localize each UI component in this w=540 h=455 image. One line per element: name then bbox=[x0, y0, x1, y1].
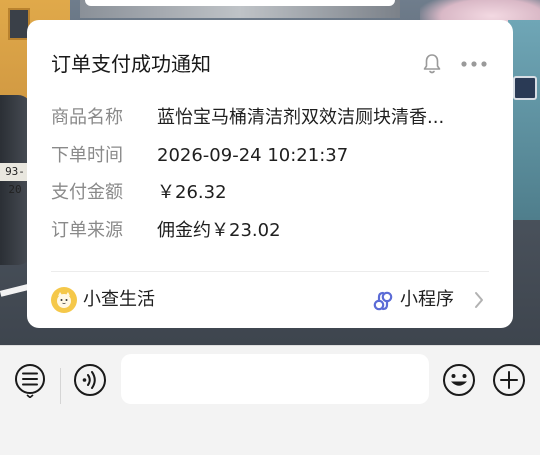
toolbar-separator bbox=[60, 368, 61, 404]
message-input[interactable] bbox=[121, 354, 429, 404]
card-title: 订单支付成功通知 bbox=[51, 52, 211, 76]
card-divider bbox=[51, 271, 489, 272]
emoji-icon[interactable] bbox=[441, 362, 477, 398]
miniprogram-avatar[interactable] bbox=[51, 287, 77, 313]
cat-logo-icon bbox=[57, 292, 71, 308]
chat-screen: 93-20 订单支付成功通知 商品名称 蓝怡宝马桶清洁剂双效洁厕块清香... 下… bbox=[0, 0, 540, 455]
row-label: 订单来源 bbox=[51, 220, 123, 241]
row-value: 佣金约￥23.02 bbox=[157, 220, 281, 241]
more-icon[interactable] bbox=[460, 58, 488, 70]
miniprogram-type-label[interactable]: 小程序 bbox=[400, 286, 454, 314]
link-icon bbox=[373, 291, 393, 311]
row-value: 2026-09-24 10:21:37 bbox=[157, 145, 349, 166]
voice-icon[interactable] bbox=[72, 362, 108, 398]
previous-message-card bbox=[85, 0, 395, 6]
chevron-right-icon[interactable] bbox=[473, 290, 485, 310]
row-value: 蓝怡宝马桶清洁剂双效洁厕块清香... bbox=[157, 107, 445, 128]
chat-input-toolbar bbox=[0, 345, 540, 455]
menu-icon[interactable] bbox=[12, 362, 48, 398]
street-sign bbox=[513, 76, 537, 100]
row-label: 下单时间 bbox=[51, 145, 123, 166]
row-label: 支付金额 bbox=[51, 182, 123, 203]
license-plate: 93-20 bbox=[0, 163, 30, 196]
bell-icon[interactable] bbox=[422, 53, 442, 75]
miniprogram-name[interactable]: 小查生活 bbox=[83, 286, 155, 314]
order-notification-card[interactable]: 订单支付成功通知 商品名称 蓝怡宝马桶清洁剂双效洁厕块清香... 下单时间 20… bbox=[27, 20, 513, 328]
row-value: ￥26.32 bbox=[157, 182, 227, 203]
plus-icon[interactable] bbox=[491, 362, 527, 398]
row-label: 商品名称 bbox=[51, 107, 123, 128]
